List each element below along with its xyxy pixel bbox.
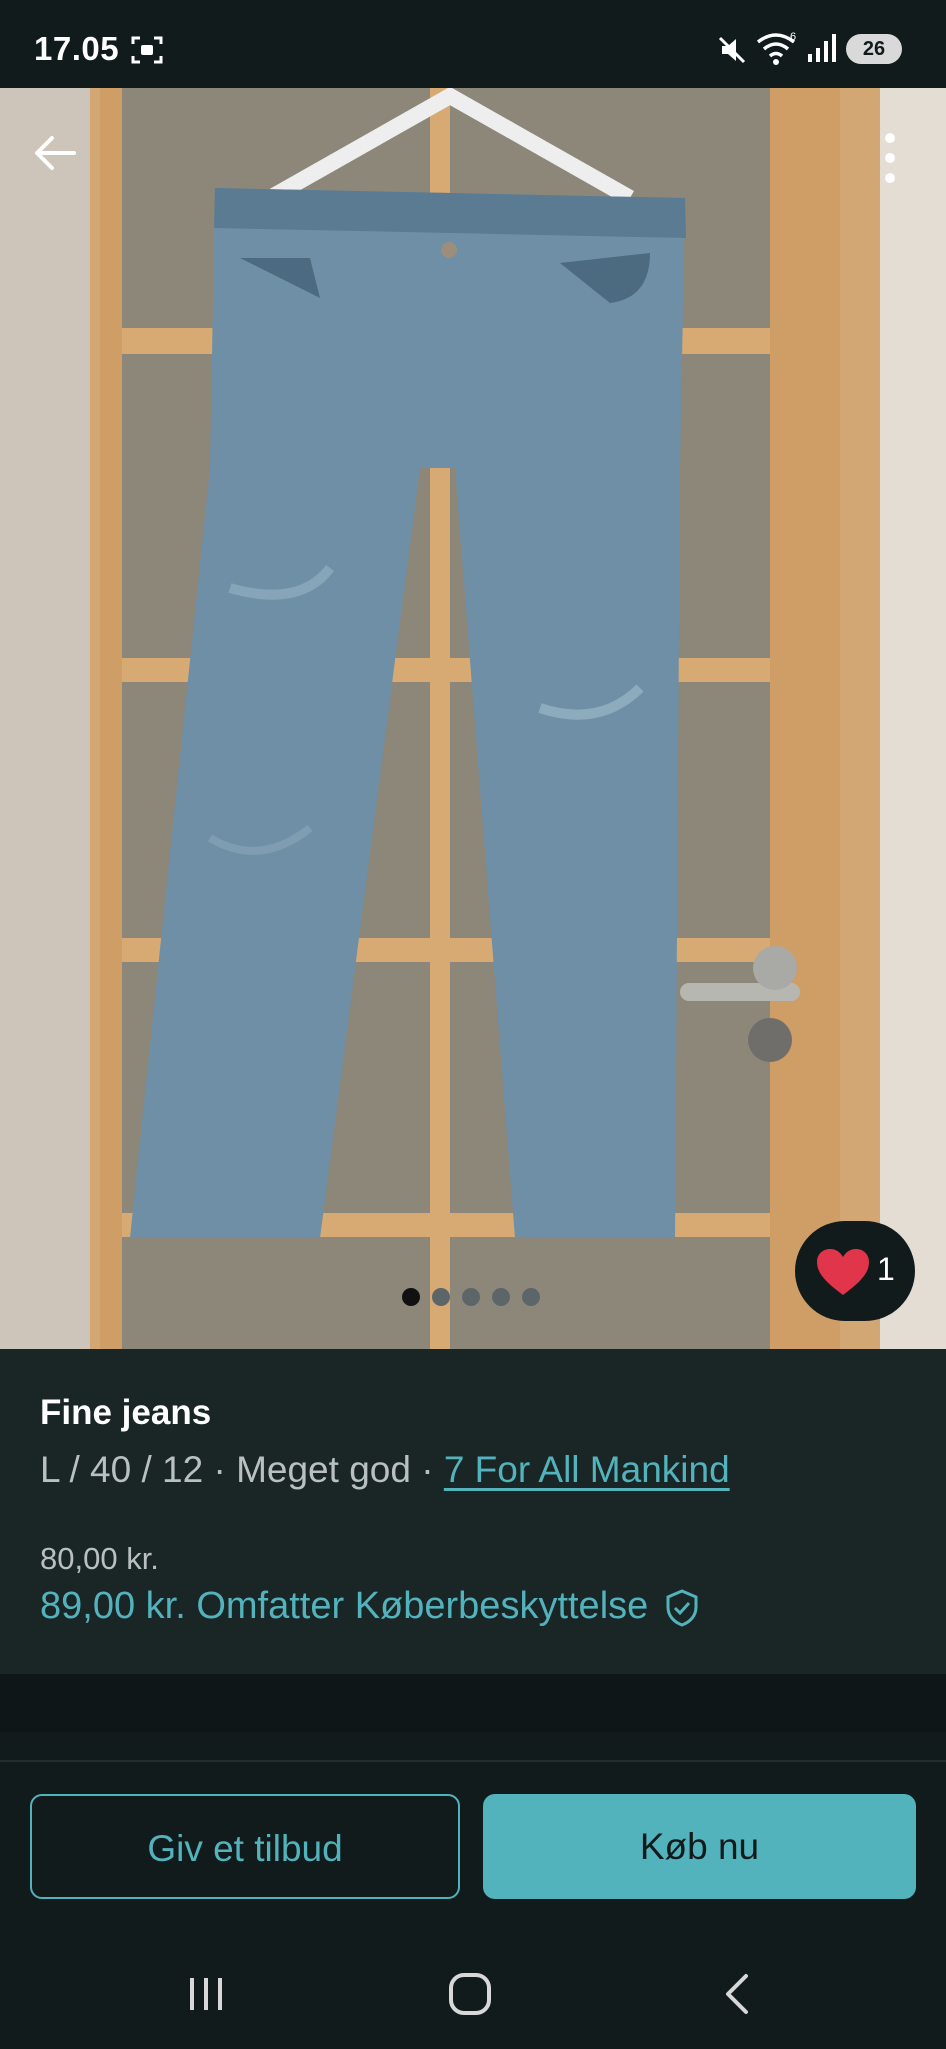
svg-text:6: 6	[790, 31, 796, 43]
pagination-dot[interactable]	[492, 1288, 510, 1306]
product-details: L / 40 / 12 · Meget god · 7 For All Mank…	[40, 1449, 730, 1491]
product-title: Fine jeans	[40, 1393, 212, 1432]
product-photo	[0, 88, 946, 1349]
make-offer-button[interactable]: Giv et tilbud	[30, 1794, 460, 1899]
section-divider	[0, 1674, 946, 1732]
nav-back-icon[interactable]	[718, 1972, 758, 2016]
divider	[0, 1760, 946, 1762]
buyer-protection-text: Omfatter Køberbeskyttelse	[196, 1585, 649, 1627]
buy-now-button[interactable]: Køb nu	[483, 1794, 916, 1899]
home-icon[interactable]	[446, 1972, 496, 2016]
size-condition-text: L / 40 / 12 · Meget god ·	[40, 1449, 444, 1490]
screenshot-icon	[131, 36, 163, 64]
total-price: 89,00 kr.	[40, 1585, 186, 1627]
pagination-dot[interactable]	[522, 1288, 540, 1306]
pagination-dot[interactable]	[402, 1288, 420, 1306]
favorite-count: 1	[877, 1251, 895, 1287]
pagination-dot[interactable]	[462, 1288, 480, 1306]
product-info: Fine jeans L / 40 / 12 · Meget god · 7 F…	[0, 1349, 946, 1674]
signal-icon	[808, 34, 836, 62]
brand-link[interactable]: 7 For All Mankind	[444, 1449, 730, 1490]
price-with-protection[interactable]: 89,00 kr. Omfatter Køberbeskyttelse	[40, 1585, 699, 1628]
action-bar: Giv et tilbud Køb nu	[0, 1732, 946, 2049]
more-vert-icon[interactable]	[875, 128, 905, 188]
battery-indicator: 26	[846, 34, 902, 64]
mute-icon	[718, 36, 746, 64]
pagination-dot[interactable]	[432, 1288, 450, 1306]
wifi-icon: 6	[756, 31, 796, 65]
status-bar: 17.05 6 26	[0, 0, 946, 88]
gallery-pagination	[402, 1288, 542, 1308]
status-time: 17.05	[34, 30, 120, 67]
back-arrow-icon[interactable]	[30, 128, 80, 178]
product-image-gallery[interactable]: 1	[0, 88, 946, 1349]
recents-icon[interactable]	[184, 1972, 228, 2016]
heart-icon	[817, 1249, 869, 1295]
shield-check-icon	[666, 1589, 698, 1627]
item-price: 80,00 kr.	[40, 1541, 159, 1576]
favorite-button[interactable]: 1	[795, 1221, 915, 1321]
